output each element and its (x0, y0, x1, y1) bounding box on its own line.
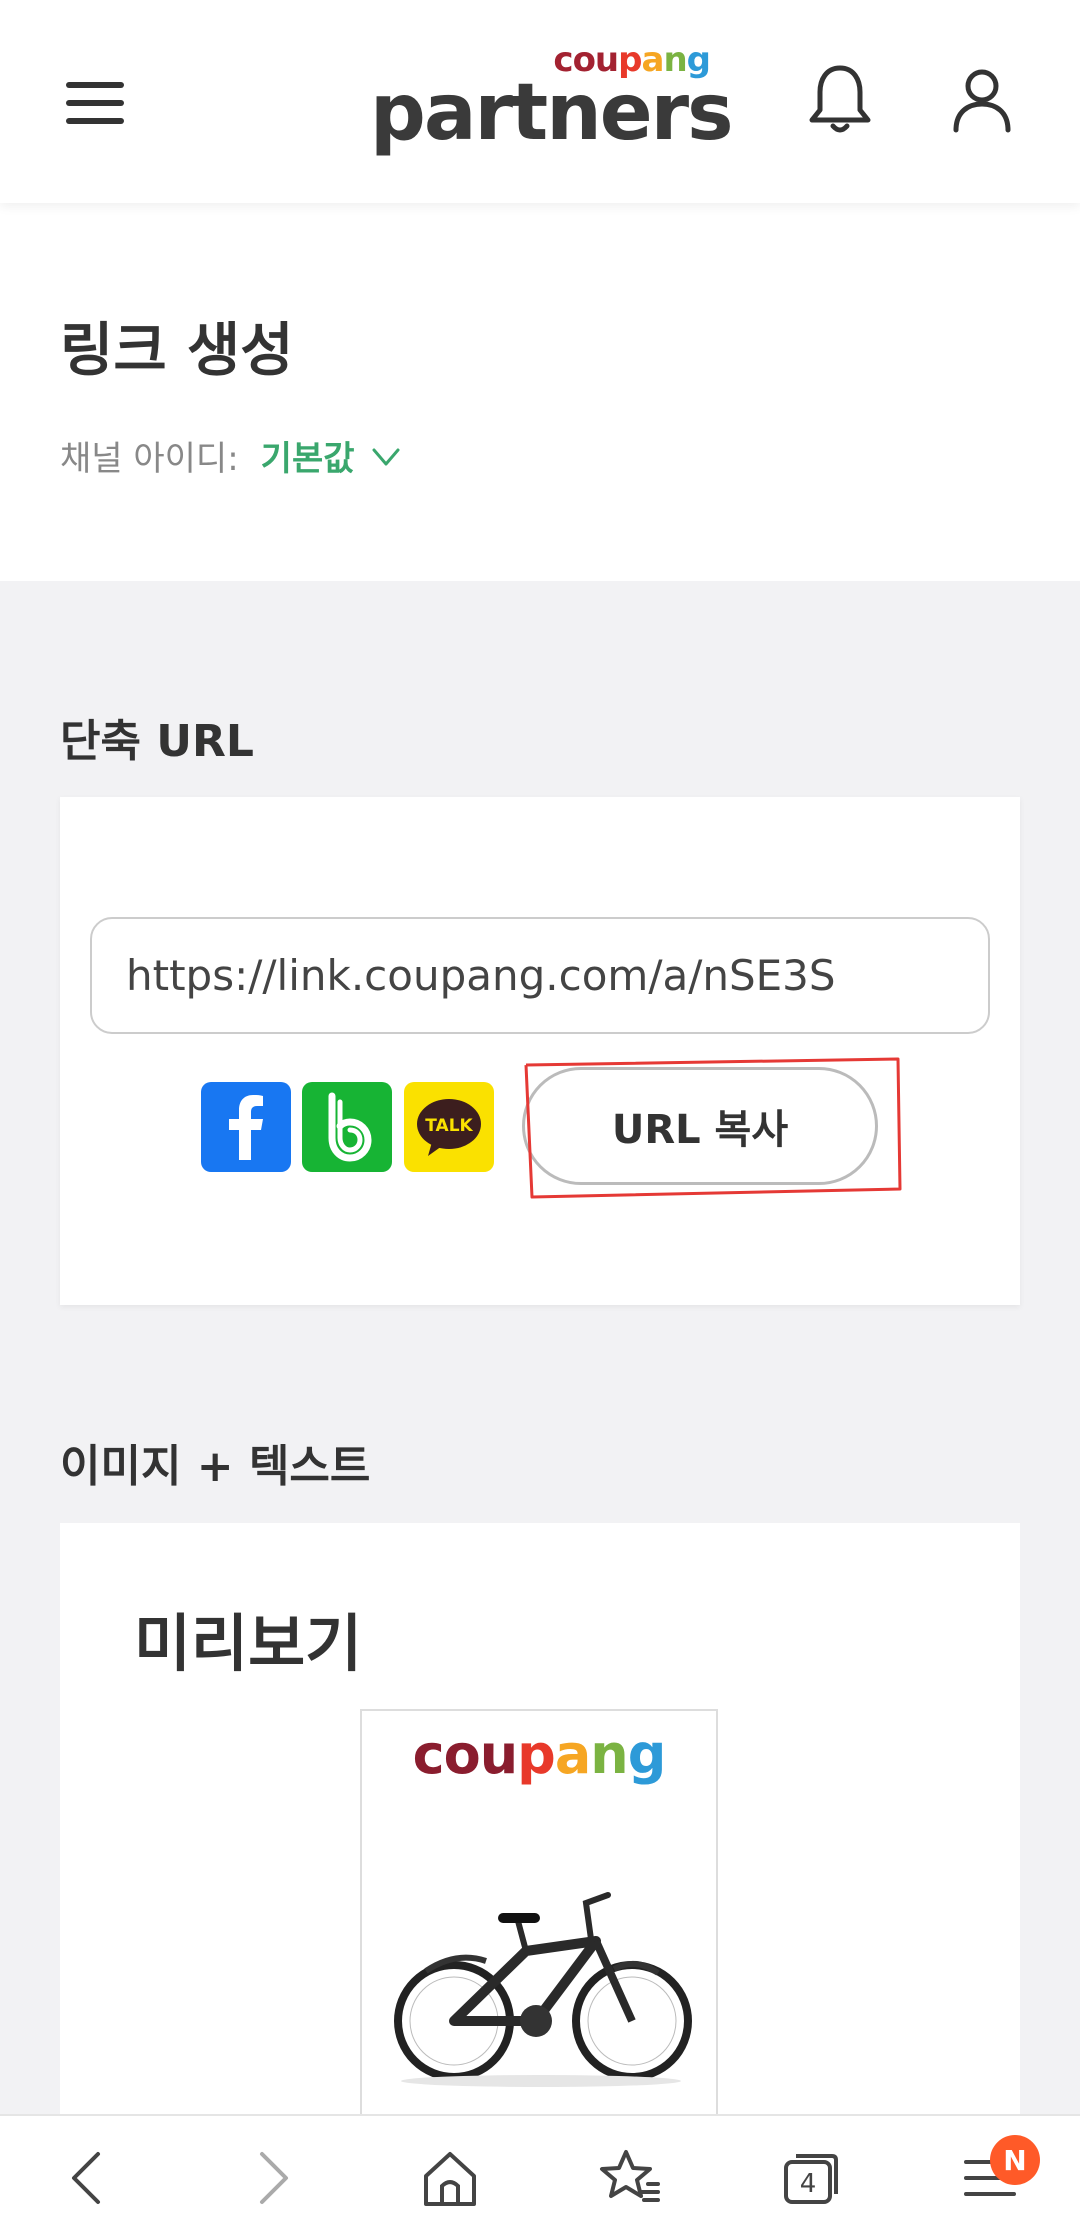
short-url-section-title: 단축 URL (60, 716, 254, 767)
tab-count: 4 (800, 2169, 817, 2199)
browser-bottom-nav: 4 (0, 2114, 1080, 2234)
page-title: 링크 생성 (60, 316, 294, 384)
bicycle-image (394, 1892, 692, 2087)
chevron-down-icon[interactable] (371, 441, 401, 471)
tabs-icon[interactable]: 4 (770, 2138, 850, 2218)
home-icon[interactable] (410, 2138, 490, 2218)
facebook-icon[interactable] (201, 1082, 291, 1172)
bookmarks-icon[interactable] (590, 2138, 670, 2218)
talk-label: TALK (425, 1116, 473, 1136)
coupang-logo: coupang (412, 1723, 667, 1786)
logo-partners-text: partners (370, 68, 734, 158)
short-url-field[interactable]: https://link.coupang.com/a/nSE3S (90, 917, 990, 1034)
page-title-section: 링크 생성 채널 아이디: 기본값 (0, 203, 1080, 581)
user-profile-icon[interactable] (942, 60, 1022, 140)
band-icon[interactable] (302, 1082, 392, 1172)
image-text-section-title: 이미지 + 텍스트 (60, 1441, 371, 1492)
copy-url-button[interactable]: URL 복사 (522, 1067, 878, 1185)
preview-title: 미리보기 (134, 1607, 363, 1680)
notification-bell-icon[interactable] (800, 60, 880, 140)
channel-value[interactable]: 기본값 (261, 431, 355, 480)
product-image[interactable]: coupang (360, 1709, 718, 2129)
coupang-partners-logo[interactable]: coupang partners (370, 40, 734, 170)
short-url-card: https://link.coupang.com/a/nSE3S TALK UR… (60, 797, 1020, 1305)
hamburger-menu-icon[interactable] (58, 72, 134, 132)
channel-selector[interactable]: 채널 아이디: 기본값 (60, 431, 401, 480)
channel-label: 채널 아이디: (60, 439, 239, 479)
menu-notification-badge: N (990, 2135, 1040, 2185)
app-header: coupang partners (0, 0, 1080, 203)
back-icon[interactable] (48, 2138, 128, 2218)
kakaotalk-icon[interactable]: TALK (404, 1082, 494, 1172)
forward-icon[interactable] (232, 2138, 312, 2218)
